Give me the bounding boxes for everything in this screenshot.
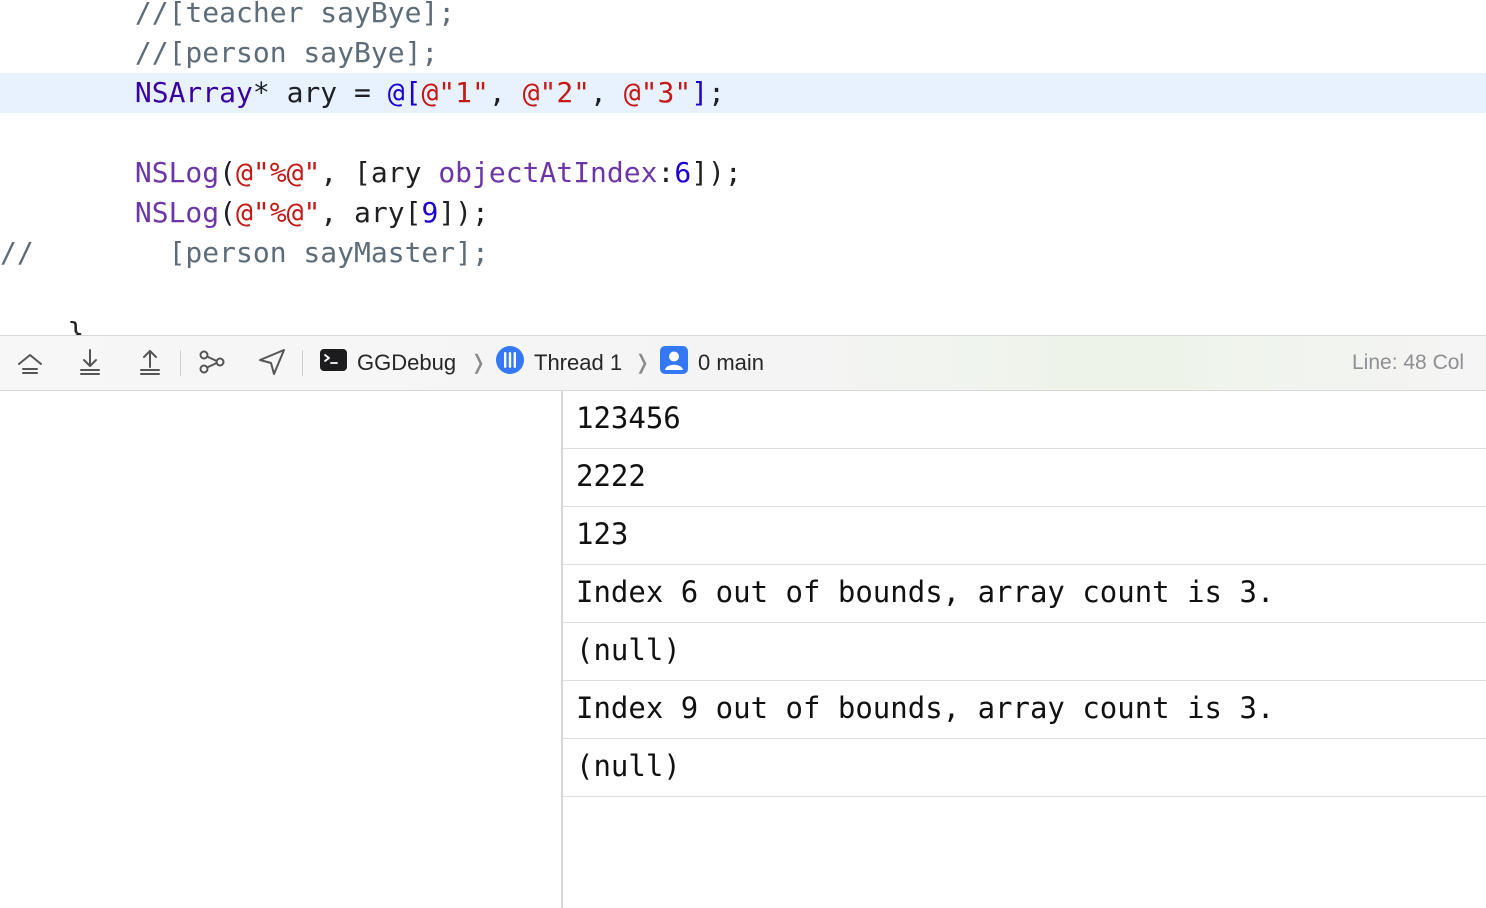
code-token: NSArray [134,76,253,109]
code-line[interactable] [0,113,1486,153]
process-breadcrumb[interactable]: GGDebug [320,336,456,390]
code-token: @"3" [623,76,692,109]
code-line-current[interactable]: NSArray* ary = @[@"1", @"2", @"3"]; [0,73,1486,113]
code-token: ( [219,196,237,229]
console-line: 123 [563,507,1486,565]
console-output[interactable]: 123456 2222 123 Index 6 out of bounds, a… [563,391,1486,908]
code-token: ] [691,76,709,109]
console-line: (null) [563,739,1486,797]
step-into-button[interactable] [74,348,106,380]
thread-label: Thread 1 [534,350,623,375]
toolbar-divider [302,350,303,376]
code-token: @"%@" [236,196,321,229]
code-token: //[person sayBye]; [0,36,439,69]
code-token: ]); [438,196,489,229]
code-token: ]); [691,156,742,189]
cursor-position: Line: 48 Col [1352,351,1465,374]
location-arrow-icon [257,347,287,382]
console-line: Index 6 out of bounds, array count is 3. [563,565,1486,623]
process-name: GGDebug [357,350,457,375]
code-line[interactable]: // [person sayMaster]; [0,233,1486,273]
code-token: * ary = [252,76,388,109]
thread-icon [496,346,524,380]
code-token: @"2" [522,76,591,109]
console-line: 123456 [563,391,1486,449]
code-token: // [person sayMaster]; [0,236,489,269]
xcode-window: //[teacher sayBye]; //[person sayBye]; N… [0,0,1486,908]
toolbar-divider [180,350,181,376]
debug-bar: GGDebug ❭ Thread 1 ❭ 0 main Line: 48 Col [0,335,1486,391]
code-token: , [ary [320,156,439,189]
code-token: @"1" [421,76,489,109]
code-editor[interactable]: //[teacher sayBye]; //[person sayBye]; N… [0,0,1486,335]
step-out-button[interactable] [134,348,166,380]
frame-breadcrumb[interactable]: 0 main [660,336,764,390]
code-line[interactable]: NSLog(@"%@", ary[9]); [0,193,1486,233]
frame-label: 0 main [698,350,765,375]
code-token: , [488,76,523,109]
code-token: NSLog [134,156,220,189]
code-token: : [657,156,675,189]
code-token: objectAtIndex [438,156,658,189]
step-over-icon [15,347,45,382]
code-line[interactable]: //[teacher sayBye]; [0,0,1486,33]
person-frame-icon [660,346,688,380]
console-line: 2222 [563,449,1486,507]
step-out-icon [135,347,165,382]
step-into-icon [75,347,105,382]
code-token: , ary[ [320,196,422,229]
code-token: 6 [674,156,692,189]
console-line: Index 9 out of bounds, array count is 3. [563,681,1486,739]
variables-view[interactable] [0,391,561,908]
code-token: //[teacher sayBye]; [0,0,456,29]
step-over-button[interactable] [14,348,46,380]
code-line[interactable] [0,273,1486,313]
code-line[interactable]: NSLog(@"%@", [ary objectAtIndex:6]); [0,153,1486,193]
simulate-location-button[interactable] [256,348,288,380]
code-token: ( [219,156,237,189]
code-token: NSLog [134,196,220,229]
code-line[interactable]: //[person sayBye]; [0,33,1486,73]
chevron-right-icon: ❭ [634,352,651,374]
code-token: , [590,76,624,109]
code-token: @[ [387,76,422,109]
code-line[interactable]: } [0,313,1486,335]
chevron-right-icon: ❭ [470,352,487,374]
code-token: } [0,316,85,335]
memory-graph-button[interactable] [196,348,228,380]
thread-breadcrumb[interactable]: Thread 1 [496,336,622,390]
code-token: @"%@" [236,156,321,189]
console-line: (null) [563,623,1486,681]
memory-graph-icon [197,347,227,382]
code-token: ; [708,76,725,109]
terminal-icon [320,349,347,377]
code-token: 9 [421,196,439,229]
